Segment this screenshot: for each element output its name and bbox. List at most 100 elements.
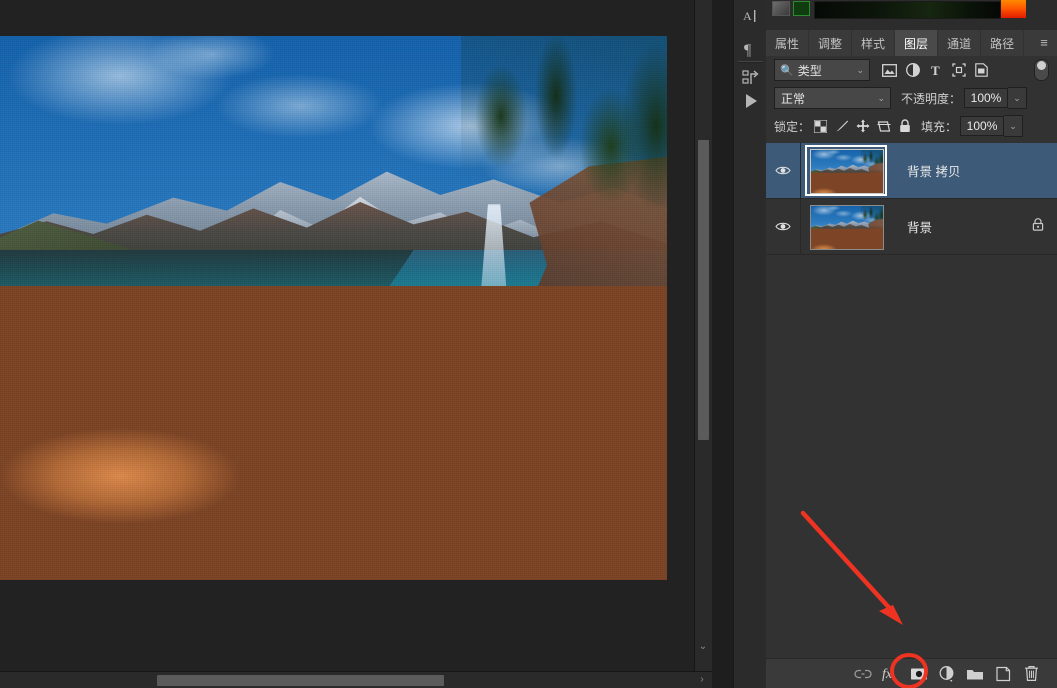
svg-text:fx: fx [882,667,893,682]
strip-icon-b[interactable] [792,0,810,16]
foreground-gradient-swatch[interactable] [1001,0,1026,18]
search-icon: 🔍 [780,64,794,77]
lock-artboard-nesting-icon[interactable] [873,116,894,136]
adjustment-halfcircle-icon [939,665,954,682]
lock-row: 锁定： 填充： 100% ⌄ [766,112,1057,140]
layer-row-background[interactable]: 背景 [766,199,1057,255]
svg-text:¶: ¶ [744,42,752,58]
pixel-layer-glyph [882,63,897,77]
layer-visibility-toggle-0[interactable] [766,143,801,198]
thumb-rocks-0 [811,172,883,193]
canvas-horizontal-scroll-thumb[interactable] [157,675,444,686]
layer-thumbnail-wrap-0[interactable] [804,145,888,196]
transparency-checker-glyph [814,119,828,133]
scroll-down-icon[interactable]: ⌄ [696,640,710,654]
opacity-input[interactable]: 100% [964,88,1009,108]
gradient-preview-strip [766,0,1057,30]
chevron-down-icon: ⌄ [856,64,864,75]
svg-text:A: A [743,9,752,23]
layer-filter-type-select[interactable]: 🔍 类型 ⌄ [774,59,870,81]
blend-mode-value: 正常 [781,91,806,106]
svg-text:T: T [931,63,940,77]
eye-icon [775,222,791,231]
gradient-preview-bar[interactable] [814,1,1001,19]
photoshop-window: ⌄ › A ¶ 属性 调整 样式 图层 通道 路径 ≡ 🔍 类型 ⌄ T 正常 … [0,0,1057,688]
filter-enable-toggle[interactable] [1034,59,1049,81]
tab-paths[interactable]: 路径 [981,30,1025,56]
layer-thumbnail-wrap-1[interactable] [804,201,888,252]
move-cross-glyph [856,119,870,133]
filter-pixel-layers-icon[interactable] [878,59,901,81]
smart-object-glyph [975,63,988,77]
tab-channels[interactable]: 通道 [938,30,982,56]
canvas-image[interactable] [0,36,667,580]
layer-name-1[interactable]: 背景 [907,217,932,236]
canvas-vertical-scrollbar[interactable]: ⌄ [694,0,712,672]
tab-styles[interactable]: 样式 [852,30,896,56]
filter-smart-object-icon[interactable] [970,59,993,81]
scroll-right-icon[interactable]: › [695,672,709,688]
padlock-glyph [899,119,910,132]
strip-mini-icons [772,0,810,16]
lock-all-icon[interactable] [894,116,915,136]
actions-play-icon[interactable] [734,85,767,117]
layer-thumbnail-0[interactable] [810,149,884,194]
layer-locked-icon[interactable] [1032,217,1044,236]
blend-mode-select[interactable]: 正常 ⌄ [774,87,891,109]
paragraph-panel-glyph: ¶ [744,42,752,58]
panel-tab-bar: 属性 调整 样式 图层 通道 路径 ≡ [766,30,1057,57]
photo-grain-overlay [0,36,667,580]
canvas-vertical-scroll-thumb[interactable] [698,140,709,440]
link-layers-button[interactable] [849,661,877,687]
thumb-rocks-1 [811,228,883,249]
adjustment-layer-glyph [905,63,920,77]
lock-label: 锁定： [774,119,811,134]
delete-layer-button[interactable] [1017,661,1045,687]
lock-image-pixels-icon[interactable] [831,116,852,136]
layers-list[interactable]: 背景 拷贝 背景 [766,143,1057,258]
layer-mask-icon [911,668,927,679]
lock-transparent-pixels-icon[interactable] [810,116,831,136]
lock-position-icon[interactable] [852,116,873,136]
document-canvas[interactable]: ⌄ › [0,0,712,688]
character-panel-icon[interactable]: A [734,0,767,32]
fx-icon: fx [882,667,897,682]
layer-visibility-toggle-1[interactable] [766,199,801,254]
filter-shape-layers-icon[interactable] [947,59,970,81]
filter-adjustment-layers-icon[interactable] [901,59,924,81]
shape-layer-glyph [951,63,966,77]
layer-row-background-copy[interactable]: 背景 拷贝 [766,143,1057,199]
new-adjustment-layer-button[interactable] [933,661,961,687]
tab-layers[interactable]: 图层 [895,30,939,56]
layer-thumbnail-1[interactable] [810,205,884,250]
opacity-slider-caret-icon[interactable]: ⌄ [1008,87,1028,109]
canvas-horizontal-scrollbar[interactable]: › [0,671,712,688]
new-layer-icon [995,666,1010,681]
chevron-down-icon: ⌄ [877,92,885,103]
fill-input[interactable]: 100% [960,116,1005,136]
tab-properties[interactable]: 属性 [766,30,810,56]
strip-icon-a[interactable] [772,0,790,16]
padlock-icon [1032,217,1044,231]
trash-icon [1024,666,1038,681]
new-layer-button[interactable] [989,661,1017,687]
add-layer-mask-button[interactable] [905,661,933,687]
layers-panel: 属性 调整 样式 图层 通道 路径 ≡ 🔍 类型 ⌄ T 正常 ⌄ 不透明度： … [766,0,1057,688]
link-icon [854,669,872,678]
layers-panel-bottom-toolbar: fx [766,658,1057,688]
layer-filter-type-value: 类型 [797,63,822,78]
eye-icon [775,166,791,175]
layer-style-fx-button[interactable]: fx [877,661,905,687]
fill-slider-caret-icon[interactable]: ⌄ [1004,115,1024,137]
filter-type-layers-icon[interactable]: T [924,59,947,81]
panel-menu-icon[interactable]: ≡ [1037,36,1051,50]
fill-label: 填充： [921,119,958,134]
collapsed-panel-rail: A ¶ [733,0,768,688]
tab-adjustments[interactable]: 调整 [809,30,853,56]
layer-filter-row: 🔍 类型 ⌄ T [766,56,1057,84]
layer-name-0[interactable]: 背景 拷贝 [907,161,960,180]
artboard-glyph [877,120,891,132]
actions-play-glyph [745,94,757,108]
new-group-button[interactable] [961,661,989,687]
folder-icon [967,669,983,679]
